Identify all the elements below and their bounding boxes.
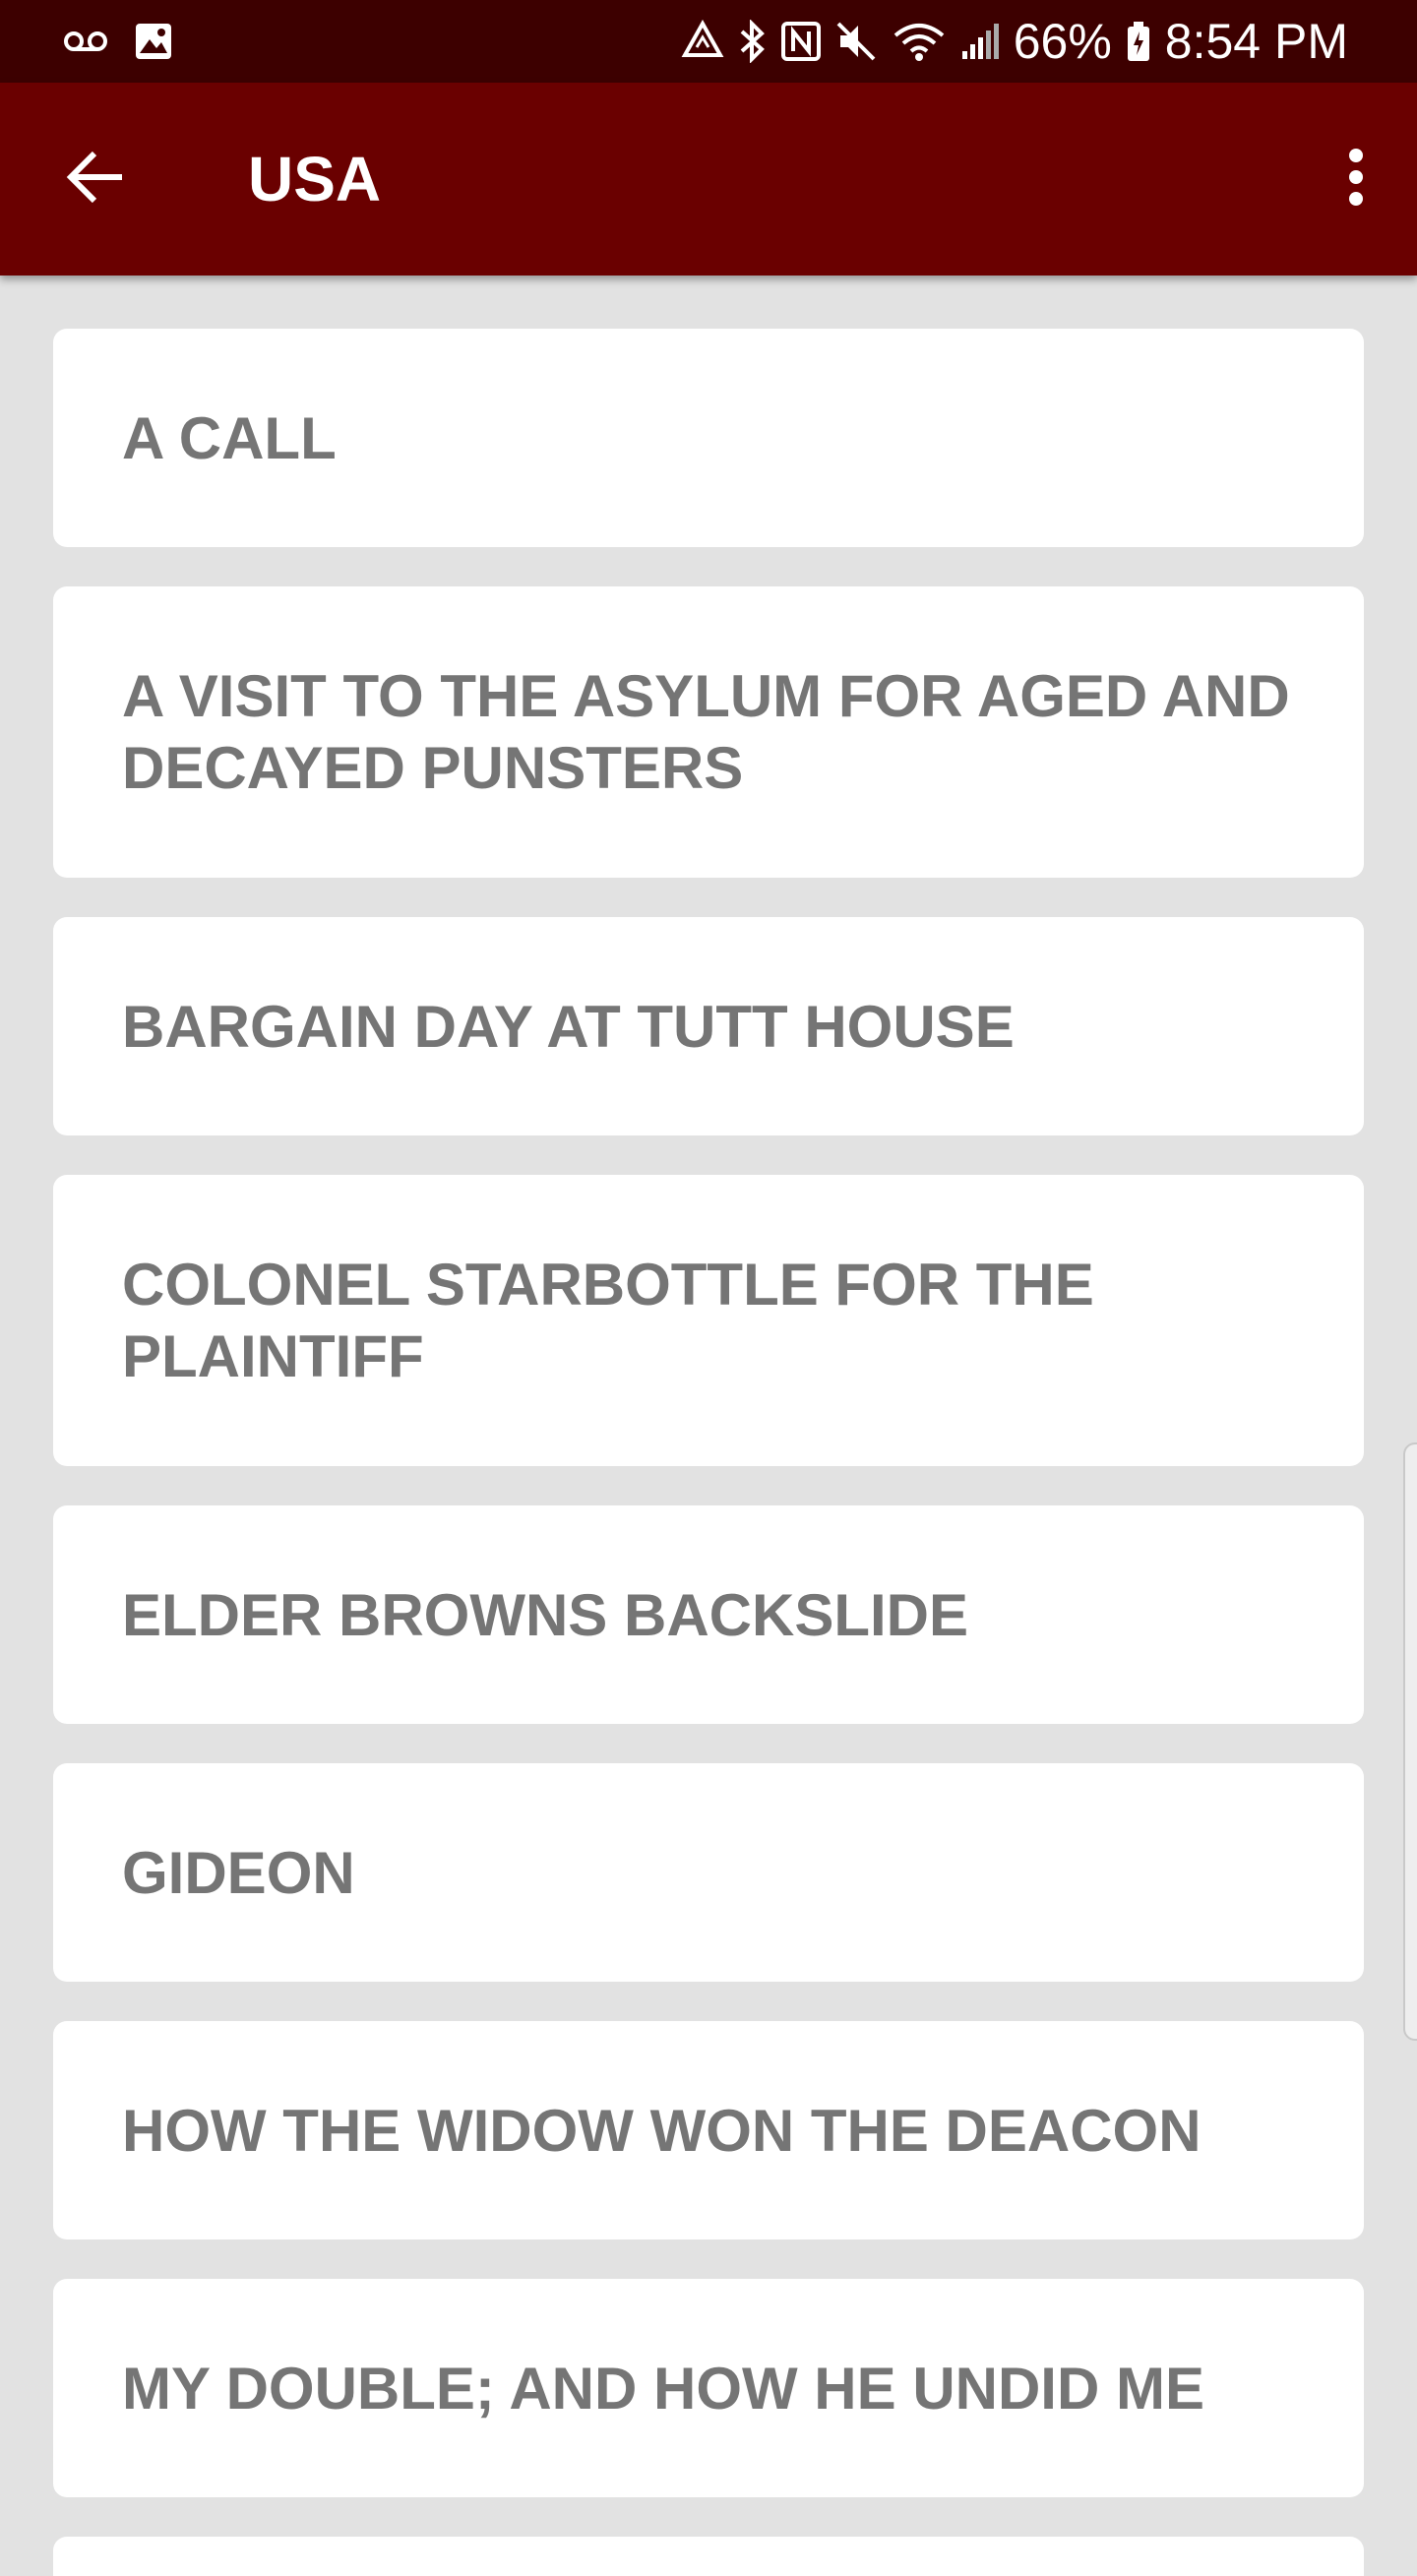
- list-item-title: GIDEON: [122, 1839, 355, 1906]
- status-left-icons: [63, 18, 173, 65]
- list-item[interactable]: ELDER BROWNS BACKSLIDE: [53, 1505, 1364, 1724]
- more-vert-icon: [1348, 148, 1364, 212]
- list-item[interactable]: [53, 2537, 1364, 2576]
- signal-icon: [960, 22, 1000, 61]
- bluetooth-icon: [738, 20, 768, 63]
- voicemail-icon: [63, 31, 108, 52]
- list-item-title: HOW THE WIDOW WON THE DEACON: [122, 2097, 1201, 2164]
- battery-percent: 66%: [1013, 14, 1112, 69]
- nfc-icon: [780, 22, 821, 61]
- list-item[interactable]: GIDEON: [53, 1763, 1364, 1982]
- app-bar: USA: [0, 83, 1417, 276]
- list-item-title: ELDER BROWNS BACKSLIDE: [122, 1581, 969, 1648]
- list-item[interactable]: COLONEL STARBOTTLE FOR THE PLAINTIFF: [53, 1175, 1364, 1466]
- clock: 8:54 PM: [1164, 14, 1348, 69]
- page-title: USA: [248, 144, 382, 215]
- mute-icon: [834, 20, 878, 63]
- list-item-title: A CALL: [122, 404, 337, 471]
- list-item[interactable]: A VISIT TO THE ASYLUM FOR AGED AND DECAY…: [53, 586, 1364, 878]
- list-item[interactable]: BARGAIN DAY AT TUTT HOUSE: [53, 917, 1364, 1135]
- list-item-title: BARGAIN DAY AT TUTT HOUSE: [122, 993, 1015, 1060]
- image-icon: [134, 22, 173, 61]
- arrow-back-icon: [65, 150, 124, 210]
- list-item-title: COLONEL STARBOTTLE FOR THE PLAINTIFF: [122, 1252, 1094, 1389]
- scrollbar[interactable]: [1403, 1442, 1417, 2041]
- list-item[interactable]: A CALL: [53, 329, 1364, 547]
- battery-icon: [1126, 20, 1151, 63]
- list-item-title: A VISIT TO THE ASYLUM FOR AGED AND DECAY…: [122, 663, 1290, 801]
- back-button[interactable]: [53, 138, 136, 220]
- list-item[interactable]: MY DOUBLE; AND HOW HE UNDID ME: [53, 2279, 1364, 2497]
- list-item-title: MY DOUBLE; AND HOW HE UNDID ME: [122, 2355, 1204, 2422]
- wifi-icon: [892, 20, 947, 63]
- data-saver-icon: [681, 20, 724, 63]
- list-item[interactable]: HOW THE WIDOW WON THE DEACON: [53, 2021, 1364, 2239]
- overflow-menu-button[interactable]: [1319, 130, 1393, 228]
- status-right-icons: 66% 8:54 PM: [681, 12, 1348, 71]
- status-bar: 66% 8:54 PM: [0, 0, 1417, 83]
